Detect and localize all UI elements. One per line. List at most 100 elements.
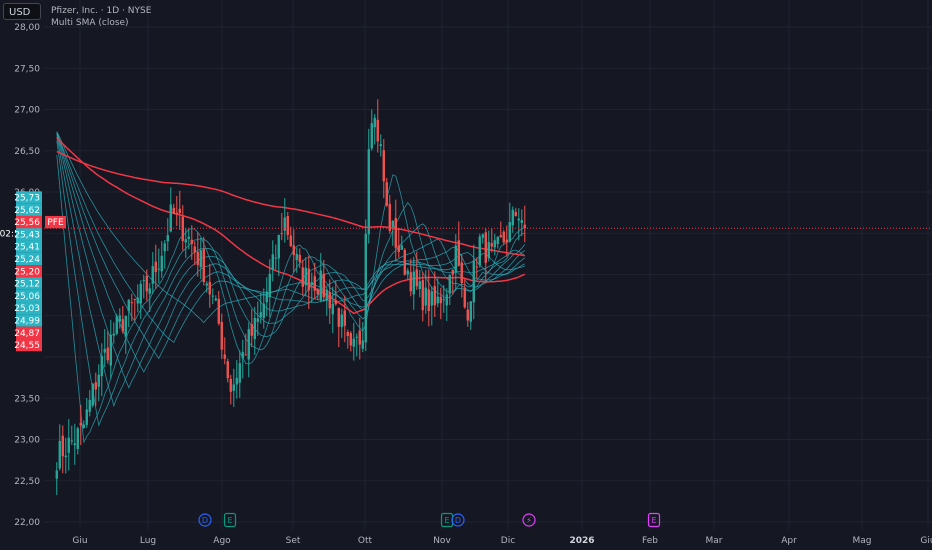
event-markers[interactable]: D E E D ⚡ E (198, 512, 661, 528)
candle-body (175, 212, 178, 214)
event-marker-label: E (651, 516, 656, 525)
candle-body (349, 332, 352, 346)
candle-body (133, 298, 136, 300)
currency-selector[interactable]: USD (3, 3, 41, 20)
candle-body (388, 203, 391, 232)
candle-body (346, 331, 349, 337)
candle-body (262, 303, 265, 319)
candle-body (409, 272, 412, 292)
candle-body (91, 383, 94, 406)
candle-body (160, 255, 163, 272)
candle-body (391, 220, 394, 227)
candle-body (283, 217, 286, 231)
price-label: 25,12 (14, 280, 40, 290)
indicator-title[interactable]: Multi SMA (close) (51, 17, 151, 29)
x-tick-label: Ott (358, 536, 373, 546)
candle-body (214, 298, 217, 301)
candle-body (259, 312, 262, 318)
candle-body (226, 361, 229, 379)
candle-body (139, 283, 142, 304)
candle-body (187, 236, 190, 239)
candle-body (463, 288, 466, 308)
y-tick-label: 27,00 (14, 106, 40, 116)
candle-body (142, 279, 145, 281)
candle-body (94, 382, 97, 390)
candle-body (358, 330, 361, 345)
candle-body (517, 218, 520, 221)
candle-body (355, 336, 358, 338)
candle-body (331, 303, 334, 315)
y-tick-label: 22,00 (14, 518, 40, 528)
candle-body (292, 245, 295, 255)
price-label: 25,06 (14, 292, 40, 302)
candle-body (169, 204, 172, 232)
candle-body (469, 301, 472, 322)
event-marker[interactable]: ⚡ (522, 513, 536, 527)
time-axis[interactable]: Giu Lug Ago Set Ott Nov Dic 2026 Feb Mar Apr Mag Giu (72, 536, 932, 546)
price-label: 25,03 (14, 304, 40, 314)
candle-body (427, 289, 430, 312)
candle-body (229, 378, 232, 392)
candle-body (343, 310, 346, 326)
candle-body (337, 308, 340, 327)
candle-body (340, 314, 343, 328)
candle-body (478, 236, 481, 266)
candle-body (289, 235, 292, 247)
price-label: 24,55 (14, 341, 40, 351)
candle-body (64, 455, 67, 458)
candle-body (313, 276, 316, 291)
candle-body (238, 363, 241, 383)
y-tick-label: 23,00 (14, 436, 40, 446)
candle-body (394, 217, 397, 248)
candle-body (442, 299, 445, 301)
chart-legend: Pfizer, Inc. · 1D · NYSE Multi SMA (clos… (51, 5, 151, 29)
candle-body (124, 315, 127, 337)
candle-body (523, 224, 526, 229)
candle-body (400, 245, 403, 250)
candle-body (247, 329, 250, 360)
candle-body (502, 231, 505, 243)
candle-body (316, 289, 319, 295)
y-tick-label: 23,50 (14, 394, 40, 404)
candle-body (154, 261, 157, 273)
candle-body (211, 295, 214, 297)
sma-lines (56, 131, 526, 444)
candle-body (448, 275, 451, 294)
candle-body (472, 261, 475, 303)
candle-body (157, 268, 160, 270)
x-tick-label: Lug (140, 536, 156, 546)
x-tick-label: Nov (433, 536, 451, 546)
candle-body (439, 296, 442, 304)
candle-body (145, 276, 148, 292)
x-tick-label: Apr (781, 536, 797, 546)
candle-body (307, 268, 310, 291)
candle-body (421, 280, 424, 311)
candle-body (256, 318, 259, 322)
candle-body (481, 234, 484, 238)
candle-body (319, 270, 322, 301)
candle-body (487, 242, 490, 259)
candle-body (418, 281, 421, 289)
price-label: 25,43 (14, 230, 40, 240)
candle-body (367, 149, 370, 235)
price-label: 25,56 (14, 218, 40, 228)
candle-body (202, 248, 205, 283)
candle-body (115, 316, 118, 334)
event-marker[interactable]: D (451, 513, 465, 527)
candle-body (430, 291, 433, 306)
candle-body (268, 273, 271, 298)
candle-body (148, 288, 151, 294)
candle-body (328, 292, 331, 309)
candle-body (508, 222, 511, 242)
candle-body (193, 246, 196, 253)
event-marker[interactable]: E (440, 512, 454, 528)
event-marker[interactable]: D (198, 513, 212, 527)
candle-body (136, 297, 139, 304)
event-marker-label: D (455, 516, 461, 525)
candle-body (130, 302, 133, 304)
symbol-title[interactable]: Pfizer, Inc. · 1D · NYSE (51, 5, 151, 17)
event-marker[interactable]: E (223, 512, 237, 528)
candle-body (352, 338, 355, 347)
candle-body (79, 422, 82, 426)
price-chart[interactable]: 28,0027,5027,0026,5026,0023,5023,0022,50… (0, 0, 932, 550)
